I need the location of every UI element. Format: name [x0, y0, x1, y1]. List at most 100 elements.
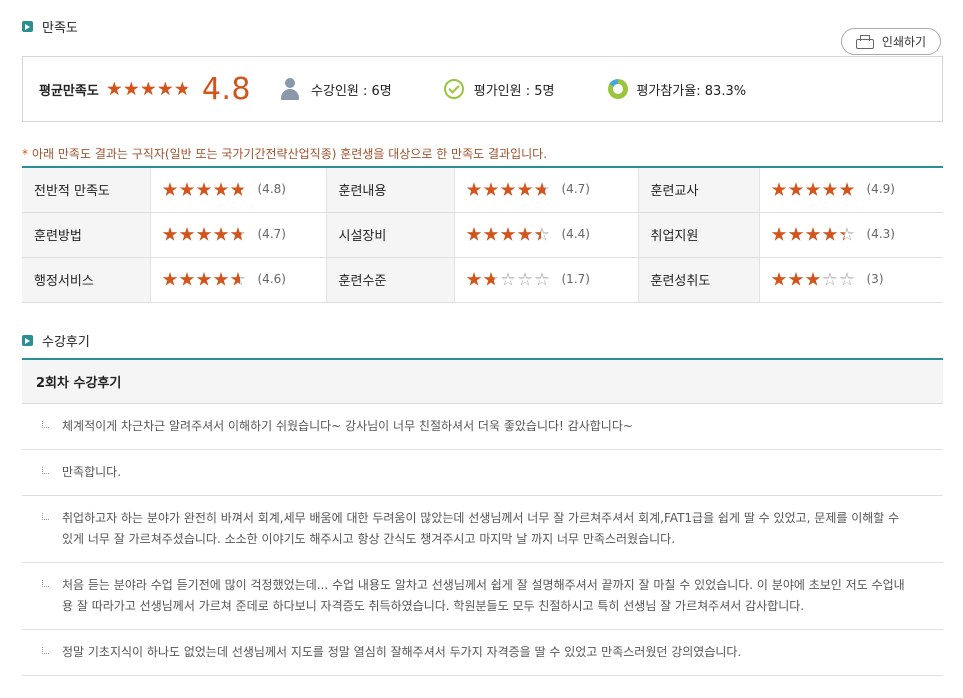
rating-score: (4.8) — [257, 182, 286, 197]
rating-label: 훈련방법 — [22, 212, 151, 258]
star-icon — [196, 272, 212, 287]
rating-label: 행정서비스 — [22, 257, 151, 303]
star-icon — [141, 81, 156, 97]
review-round-title: 2회차 수강후기 — [36, 376, 122, 391]
evaluator-count: 평가인원 : 5명 — [443, 79, 554, 99]
star-icon — [466, 227, 482, 242]
check-circle-icon — [443, 79, 464, 99]
average-score: 4.8 — [201, 71, 252, 107]
review-item: 처음 듣는 분야라 수업 듣기전에 많이 걱정했었는데... 수업 내용도 알차… — [22, 563, 943, 630]
list-tick-icon — [42, 513, 49, 520]
rating-value: (4.6) — [150, 257, 327, 303]
review-text: 체계적이게 차근차근 알려주셔서 이해하기 쉬웠습니다~ 강사님이 너무 친절하… — [62, 419, 633, 433]
star-icon — [230, 272, 246, 287]
printer-icon — [855, 34, 874, 49]
star-rating — [466, 182, 552, 197]
rating-value: (4.7) — [454, 167, 639, 213]
star-rating — [771, 272, 857, 287]
star-icon — [124, 81, 139, 97]
notice-text: 아래 만족도 결과는 구직자(일반 또는 국가기간전략산업직종) 훈련생을 대상… — [32, 147, 548, 161]
review-text: 정말 기초지식이 하나도 없었는데 선생님께서 지도를 정말 열심히 잘해주셔서… — [62, 645, 742, 659]
enrolled-count-text: 수강인원 : 6명 — [311, 83, 392, 99]
star-icon — [179, 272, 195, 287]
star-icon — [213, 272, 229, 287]
star-rating — [162, 272, 248, 287]
star-icon — [822, 182, 838, 197]
list-tick-icon — [42, 647, 49, 654]
star-icon — [162, 227, 178, 242]
star-icon — [466, 272, 482, 287]
list-tick-icon — [42, 580, 49, 587]
star-icon — [466, 182, 482, 197]
star-icon — [788, 182, 804, 197]
star-icon — [213, 182, 229, 197]
satisfaction-notice: * 아래 만족도 결과는 구직자(일반 또는 국가기간전략산업직종) 훈련생을 대… — [22, 145, 547, 162]
review-item: 취업하고자 하는 분야가 완전히 바껴서 회계,세무 배움에 대한 두려움이 많… — [22, 496, 943, 563]
star-icon — [805, 182, 821, 197]
list-tick-icon — [42, 467, 49, 474]
star-icon — [500, 227, 516, 242]
review-item: 만족합니다. — [22, 450, 943, 496]
star-icon — [196, 227, 212, 242]
star-icon — [805, 227, 821, 242]
star-icon — [179, 182, 195, 197]
review-list: 체계적이게 차근차근 알려주셔서 이해하기 쉬웠습니다~ 강사님이 너무 친절하… — [22, 404, 943, 676]
review-text: 만족합니다. — [62, 465, 122, 479]
star-rating — [771, 182, 857, 197]
star-icon — [230, 227, 246, 242]
star-icon — [534, 272, 550, 287]
star-icon — [788, 272, 804, 287]
star-icon — [788, 227, 804, 242]
ratings-row: 행정서비스 (4.6) 훈련수준 (1.7) 훈련성취도 (3) — [22, 257, 943, 303]
star-icon — [771, 272, 787, 287]
star-icon — [179, 227, 195, 242]
satisfaction-title: 만족도 — [42, 21, 78, 36]
print-button[interactable]: 인쇄하기 — [841, 28, 941, 55]
star-icon — [483, 272, 499, 287]
rating-score: (4.7) — [561, 182, 590, 197]
review-item: 체계적이게 차근차근 알려주셔서 이해하기 쉬웠습니다~ 강사님이 너무 친절하… — [22, 404, 943, 450]
star-icon — [107, 81, 122, 97]
star-icon — [771, 227, 787, 242]
rating-value: (4.7) — [150, 212, 327, 258]
star-icon — [839, 182, 855, 197]
rating-score: (1.7) — [561, 272, 590, 286]
rating-score: (4.6) — [257, 272, 286, 286]
ratings-table: 전반적 만족도 (4.8) 훈련내용 (4.7) 훈련교사 (4.9) 훈련방법… — [22, 166, 943, 303]
review-round-header: 2회차 수강후기 — [22, 358, 943, 404]
star-icon — [500, 182, 516, 197]
star-icon — [534, 182, 550, 197]
star-icon — [213, 227, 229, 242]
star-icon — [822, 227, 838, 242]
star-icon — [175, 81, 190, 97]
participation-rate: 평가참가율: 83.3% — [608, 79, 746, 99]
star-icon — [483, 182, 499, 197]
rating-label: 훈련성취도 — [638, 257, 760, 303]
rating-score: (4.7) — [257, 227, 286, 241]
donut-chart-icon — [608, 79, 629, 99]
review-item: 정말 기초지식이 하나도 없었는데 선생님께서 지도를 정말 열심히 잘해주셔서… — [22, 630, 943, 676]
star-icon — [162, 272, 178, 287]
star-icon — [839, 272, 855, 287]
average-satisfaction-label: 평균만족도 — [39, 83, 99, 99]
star-icon — [517, 182, 533, 197]
star-icon — [230, 182, 246, 197]
rating-label: 훈련내용 — [326, 167, 455, 213]
asterisk-icon: * — [22, 147, 28, 161]
star-icon — [196, 182, 212, 197]
satisfaction-summary: 평균만족도 4.8 수강인원 : 6명 평가인원 : 5명 평가참가율: 83.… — [22, 56, 943, 122]
rating-label: 전반적 만족도 — [22, 167, 151, 213]
review-text: 처음 듣는 분야라 수업 듣기전에 많이 걱정했었는데... 수업 내용도 알차… — [62, 578, 905, 613]
star-icon — [500, 272, 516, 287]
section-bullet-icon — [22, 21, 33, 32]
star-icon — [483, 227, 499, 242]
star-rating — [466, 272, 552, 287]
star-icon — [517, 227, 533, 242]
star-icon — [771, 182, 787, 197]
rating-score: (4.9) — [866, 182, 895, 197]
rating-value: (1.7) — [454, 257, 639, 303]
section-bullet-icon — [22, 335, 33, 346]
ratings-row: 훈련방법 (4.7) 시설장비 (4.4) 취업지원 (4.3) — [22, 212, 943, 258]
rating-label: 취업지원 — [638, 212, 760, 258]
rating-value: (4.9) — [759, 167, 943, 213]
